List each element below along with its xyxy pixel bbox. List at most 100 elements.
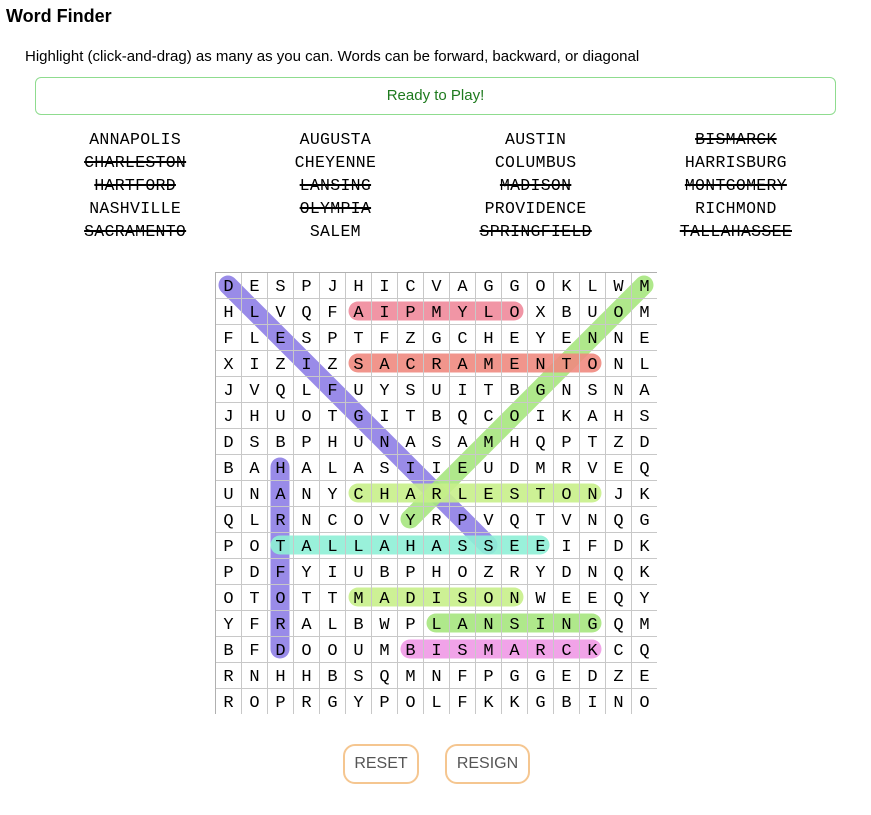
grid-cell[interactable]: L	[579, 272, 606, 299]
reset-button[interactable]: RESET	[343, 744, 419, 784]
grid-cell[interactable]: W	[605, 272, 632, 299]
grid-cell[interactable]: M	[423, 298, 450, 325]
grid-cell[interactable]: S	[345, 662, 372, 689]
grid-cell[interactable]: S	[371, 454, 398, 481]
grid-cell[interactable]: C	[605, 636, 632, 663]
grid-cell[interactable]: G	[527, 376, 554, 403]
grid-cell[interactable]: I	[423, 584, 450, 611]
grid-cell[interactable]: T	[293, 584, 320, 611]
grid-cell[interactable]: M	[475, 428, 502, 455]
grid-cell[interactable]: Q	[267, 376, 294, 403]
grid-cell[interactable]: H	[267, 662, 294, 689]
grid-cell[interactable]: N	[241, 662, 268, 689]
grid-cell[interactable]: A	[293, 532, 320, 559]
grid-cell[interactable]: P	[293, 428, 320, 455]
grid-cell[interactable]: N	[501, 584, 528, 611]
grid-cell[interactable]: P	[293, 272, 320, 299]
grid-cell[interactable]: T	[553, 350, 580, 377]
grid-cell[interactable]: F	[215, 324, 242, 351]
grid-cell[interactable]: H	[605, 402, 632, 429]
grid-cell[interactable]: M	[397, 662, 424, 689]
grid-cell[interactable]: L	[241, 324, 268, 351]
grid-cell[interactable]: Z	[267, 350, 294, 377]
grid-cell[interactable]: R	[267, 506, 294, 533]
grid-cell[interactable]: T	[475, 376, 502, 403]
grid-cell[interactable]: F	[319, 376, 346, 403]
grid-cell[interactable]: N	[553, 610, 580, 637]
grid-cell[interactable]: P	[449, 506, 476, 533]
grid-cell[interactable]: Y	[371, 376, 398, 403]
grid-cell[interactable]: B	[553, 688, 580, 715]
grid-cell[interactable]: D	[267, 636, 294, 663]
grid-cell[interactable]: A	[371, 350, 398, 377]
grid-cell[interactable]: P	[267, 688, 294, 715]
grid-cell[interactable]: Q	[527, 428, 554, 455]
grid-cell[interactable]: R	[423, 480, 450, 507]
grid-cell[interactable]: L	[241, 506, 268, 533]
grid-cell[interactable]: M	[475, 636, 502, 663]
grid-cell[interactable]: J	[319, 272, 346, 299]
grid-cell[interactable]: I	[293, 350, 320, 377]
grid-cell[interactable]: C	[553, 636, 580, 663]
grid-cell[interactable]: F	[241, 610, 268, 637]
grid-cell[interactable]: K	[475, 688, 502, 715]
grid-cell[interactable]: T	[319, 584, 346, 611]
grid-cell[interactable]: P	[475, 662, 502, 689]
grid-cell[interactable]: D	[215, 272, 242, 299]
grid-cell[interactable]: U	[215, 480, 242, 507]
grid-cell[interactable]: S	[449, 532, 476, 559]
grid-cell[interactable]: U	[267, 402, 294, 429]
grid-cell[interactable]: H	[501, 428, 528, 455]
grid-cell[interactable]: V	[579, 454, 606, 481]
grid-cell[interactable]: Q	[605, 610, 632, 637]
grid-cell[interactable]: M	[371, 636, 398, 663]
grid-cell[interactable]: B	[215, 636, 242, 663]
grid-cell[interactable]: H	[293, 662, 320, 689]
grid-cell[interactable]: L	[475, 298, 502, 325]
grid-cells[interactable]: D E S P J H I C V A G G O K L W MH L V Q F A I P M Y L O X B U O MF L E S P T…	[215, 272, 657, 714]
grid-cell[interactable]: O	[579, 350, 606, 377]
grid-cell[interactable]: O	[501, 402, 528, 429]
grid-cell[interactable]: V	[475, 506, 502, 533]
grid-cell[interactable]: Z	[605, 662, 632, 689]
resign-button[interactable]: RESIGN	[445, 744, 530, 784]
grid-cell[interactable]: K	[553, 272, 580, 299]
grid-cell[interactable]: Z	[319, 350, 346, 377]
grid-cell[interactable]: Z	[397, 324, 424, 351]
grid-cell[interactable]: D	[397, 584, 424, 611]
grid-cell[interactable]: R	[423, 350, 450, 377]
grid-cell[interactable]: S	[501, 480, 528, 507]
grid-cell[interactable]: N	[605, 376, 632, 403]
grid-cell[interactable]: U	[345, 558, 372, 585]
grid-cell[interactable]: G	[579, 610, 606, 637]
grid-cell[interactable]: N	[293, 506, 320, 533]
grid-cell[interactable]: I	[371, 298, 398, 325]
grid-cell[interactable]: B	[423, 402, 450, 429]
grid-cell[interactable]: Y	[345, 688, 372, 715]
grid-cell[interactable]: N	[579, 324, 606, 351]
grid-cell[interactable]: D	[579, 662, 606, 689]
grid-cell[interactable]: P	[215, 558, 242, 585]
grid-cell[interactable]: Y	[397, 506, 424, 533]
grid-cell[interactable]: J	[605, 480, 632, 507]
grid-cell[interactable]: F	[319, 298, 346, 325]
grid-cell[interactable]: Q	[605, 584, 632, 611]
grid-cell[interactable]: S	[293, 324, 320, 351]
grid-cell[interactable]: W	[371, 610, 398, 637]
grid-cell[interactable]: U	[345, 636, 372, 663]
grid-cell[interactable]: S	[475, 532, 502, 559]
grid-cell[interactable]: M	[345, 584, 372, 611]
grid-cell[interactable]: O	[553, 480, 580, 507]
grid-cell[interactable]: R	[293, 688, 320, 715]
grid-cell[interactable]: Q	[449, 402, 476, 429]
grid-cell[interactable]: E	[553, 584, 580, 611]
grid-cell[interactable]: G	[345, 402, 372, 429]
grid-cell[interactable]: P	[553, 428, 580, 455]
grid-cell[interactable]: Q	[631, 636, 658, 663]
grid-cell[interactable]: I	[527, 402, 554, 429]
grid-cell[interactable]: E	[579, 584, 606, 611]
grid-cell[interactable]: O	[241, 532, 268, 559]
grid-cell[interactable]: C	[397, 272, 424, 299]
grid-cell[interactable]: I	[423, 454, 450, 481]
grid-cell[interactable]: O	[293, 636, 320, 663]
